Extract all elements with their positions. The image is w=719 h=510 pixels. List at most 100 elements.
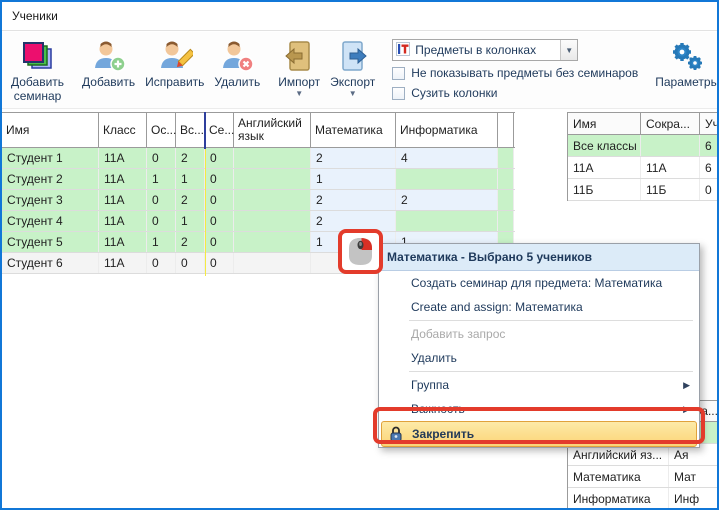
chevron-down-icon[interactable]: ▼ xyxy=(560,40,577,60)
student-cell[interactable]: Студент 1 xyxy=(2,148,99,168)
student-cell[interactable] xyxy=(498,190,514,210)
column-header[interactable]: Сокра... xyxy=(641,113,700,134)
column-header[interactable]: Математика xyxy=(311,113,396,147)
narrow-columns-checkbox[interactable] xyxy=(392,87,405,100)
edit-student-button[interactable]: Исправить xyxy=(140,36,209,106)
student-cell[interactable]: 0 xyxy=(205,232,234,252)
student-row[interactable]: Студент 111А02024 xyxy=(2,148,515,169)
student-cell[interactable]: 11А xyxy=(99,190,147,210)
subject-row[interactable]: МатематикаМат xyxy=(568,466,717,488)
menu-item[interactable]: Закрепить xyxy=(381,421,697,447)
menu-item[interactable]: Создать семинар для предмета: Математика xyxy=(379,271,699,295)
student-cell[interactable] xyxy=(498,211,514,231)
subject-row[interactable]: ИнформатикаИнф xyxy=(568,488,717,510)
student-cell[interactable]: Студент 2 xyxy=(2,169,99,189)
column-header[interactable]: Имя xyxy=(2,113,99,147)
student-cell[interactable]: 0 xyxy=(147,190,176,210)
column-header[interactable]: Имя xyxy=(568,113,641,134)
student-cell[interactable]: 0 xyxy=(205,169,234,189)
student-cell[interactable]: 0 xyxy=(147,148,176,168)
student-cell[interactable]: 1 xyxy=(176,211,205,231)
panel-cell[interactable]: 6 xyxy=(700,157,719,178)
menu-item[interactable]: Группа▶ xyxy=(379,373,699,397)
student-cell[interactable]: 11А xyxy=(99,253,147,273)
student-cell[interactable]: Студент 4 xyxy=(2,211,99,231)
student-cell[interactable]: 1 xyxy=(147,169,176,189)
panel-cell[interactable]: 6 xyxy=(700,135,719,156)
delete-student-button[interactable]: Удалить xyxy=(209,36,265,106)
student-cell[interactable]: 2 xyxy=(176,232,205,252)
panel-cell[interactable]: 11А xyxy=(641,157,700,178)
student-cell[interactable]: 0 xyxy=(147,211,176,231)
student-cell[interactable]: 11А xyxy=(99,232,147,252)
columns-mode-dropdown[interactable]: Предметы в колонках ▼ xyxy=(392,39,578,61)
panel-cell[interactable]: Информатика xyxy=(568,488,669,509)
add-student-button[interactable]: Добавить xyxy=(77,36,140,106)
panel-cell[interactable]: 11Б xyxy=(568,179,641,200)
column-header[interactable]: Класс xyxy=(99,113,147,147)
narrow-columns-checkbox-row[interactable]: Сузить колонки xyxy=(392,85,638,101)
student-cell[interactable]: 11А xyxy=(99,169,147,189)
column-header[interactable]: Информатика xyxy=(396,113,498,147)
hide-subjects-checkbox-row[interactable]: Не показывать предметы без семинаров xyxy=(392,65,638,81)
panel-cell[interactable]: Математика xyxy=(568,466,669,487)
add-seminar-button[interactable]: Добавить семинар xyxy=(6,36,69,106)
menu-item[interactable]: Удалить xyxy=(379,346,699,370)
panel-cell[interactable]: 0 xyxy=(700,179,719,200)
column-header[interactable] xyxy=(498,113,514,147)
panel-cell[interactable]: 11Б xyxy=(641,179,700,200)
export-button[interactable]: Экспорт ▼ xyxy=(325,36,380,106)
student-cell[interactable]: Студент 5 xyxy=(2,232,99,252)
student-cell[interactable]: 11А xyxy=(99,211,147,231)
column-header[interactable]: Ос... xyxy=(147,113,176,147)
student-cell[interactable] xyxy=(396,169,498,189)
student-row[interactable]: Студент 211А1101 xyxy=(2,169,515,190)
student-cell[interactable] xyxy=(234,169,311,189)
import-dropdown-caret[interactable]: ▼ xyxy=(295,90,303,98)
student-cell[interactable]: 2 xyxy=(176,190,205,210)
menu-item[interactable]: Create and assign: Математика xyxy=(379,295,699,319)
student-cell[interactable]: 4 xyxy=(396,148,498,168)
column-header[interactable]: Уче... xyxy=(700,113,719,134)
student-cell[interactable]: 2 xyxy=(311,148,396,168)
student-cell[interactable]: 1 xyxy=(176,169,205,189)
panel-cell[interactable]: Все классы xyxy=(568,135,641,156)
student-cell[interactable]: 1 xyxy=(147,232,176,252)
column-header[interactable]: Вс... xyxy=(176,113,205,147)
menu-item[interactable]: Важность▶ xyxy=(379,397,699,421)
student-cell[interactable] xyxy=(234,190,311,210)
student-row[interactable]: Студент 311А02022 xyxy=(2,190,515,211)
student-cell[interactable]: 0 xyxy=(205,211,234,231)
student-cell[interactable]: 0 xyxy=(147,253,176,273)
student-cell[interactable] xyxy=(234,211,311,231)
student-cell[interactable]: 2 xyxy=(176,148,205,168)
panel-cell[interactable]: Мат xyxy=(669,466,719,487)
student-cell[interactable]: 11А xyxy=(99,148,147,168)
student-cell[interactable] xyxy=(396,211,498,231)
student-cell[interactable] xyxy=(234,232,311,252)
student-cell[interactable] xyxy=(234,148,311,168)
student-cell[interactable] xyxy=(234,253,311,273)
column-header[interactable]: Се... xyxy=(205,113,234,147)
student-cell[interactable] xyxy=(498,148,514,168)
panel-cell[interactable] xyxy=(641,135,700,156)
student-cell[interactable]: 0 xyxy=(176,253,205,273)
export-dropdown-caret[interactable]: ▼ xyxy=(349,90,357,98)
panel-cell[interactable]: 11А xyxy=(568,157,641,178)
student-cell[interactable]: 2 xyxy=(396,190,498,210)
classes-table-header[interactable]: ИмяСокра...Уче... xyxy=(568,112,717,135)
column-header[interactable]: Английский язык xyxy=(234,113,311,147)
student-row[interactable]: Студент 411А0102 xyxy=(2,211,515,232)
hide-subjects-checkbox[interactable] xyxy=(392,67,405,80)
student-cell[interactable]: 2 xyxy=(311,190,396,210)
panel-cell[interactable]: Инф xyxy=(669,488,719,509)
student-cell[interactable]: 0 xyxy=(205,190,234,210)
class-row[interactable]: 11Б11Б0 xyxy=(568,179,717,201)
students-table-header[interactable]: ИмяКлассОс...Вс...Се...Английский языкМа… xyxy=(2,112,515,148)
student-cell[interactable]: 2 xyxy=(311,211,396,231)
student-cell[interactable]: 1 xyxy=(311,169,396,189)
student-cell[interactable]: 0 xyxy=(205,148,234,168)
class-row[interactable]: Все классы 6 xyxy=(568,135,717,157)
import-button[interactable]: Импорт ▼ xyxy=(273,36,325,106)
student-cell[interactable]: 0 xyxy=(205,253,234,273)
